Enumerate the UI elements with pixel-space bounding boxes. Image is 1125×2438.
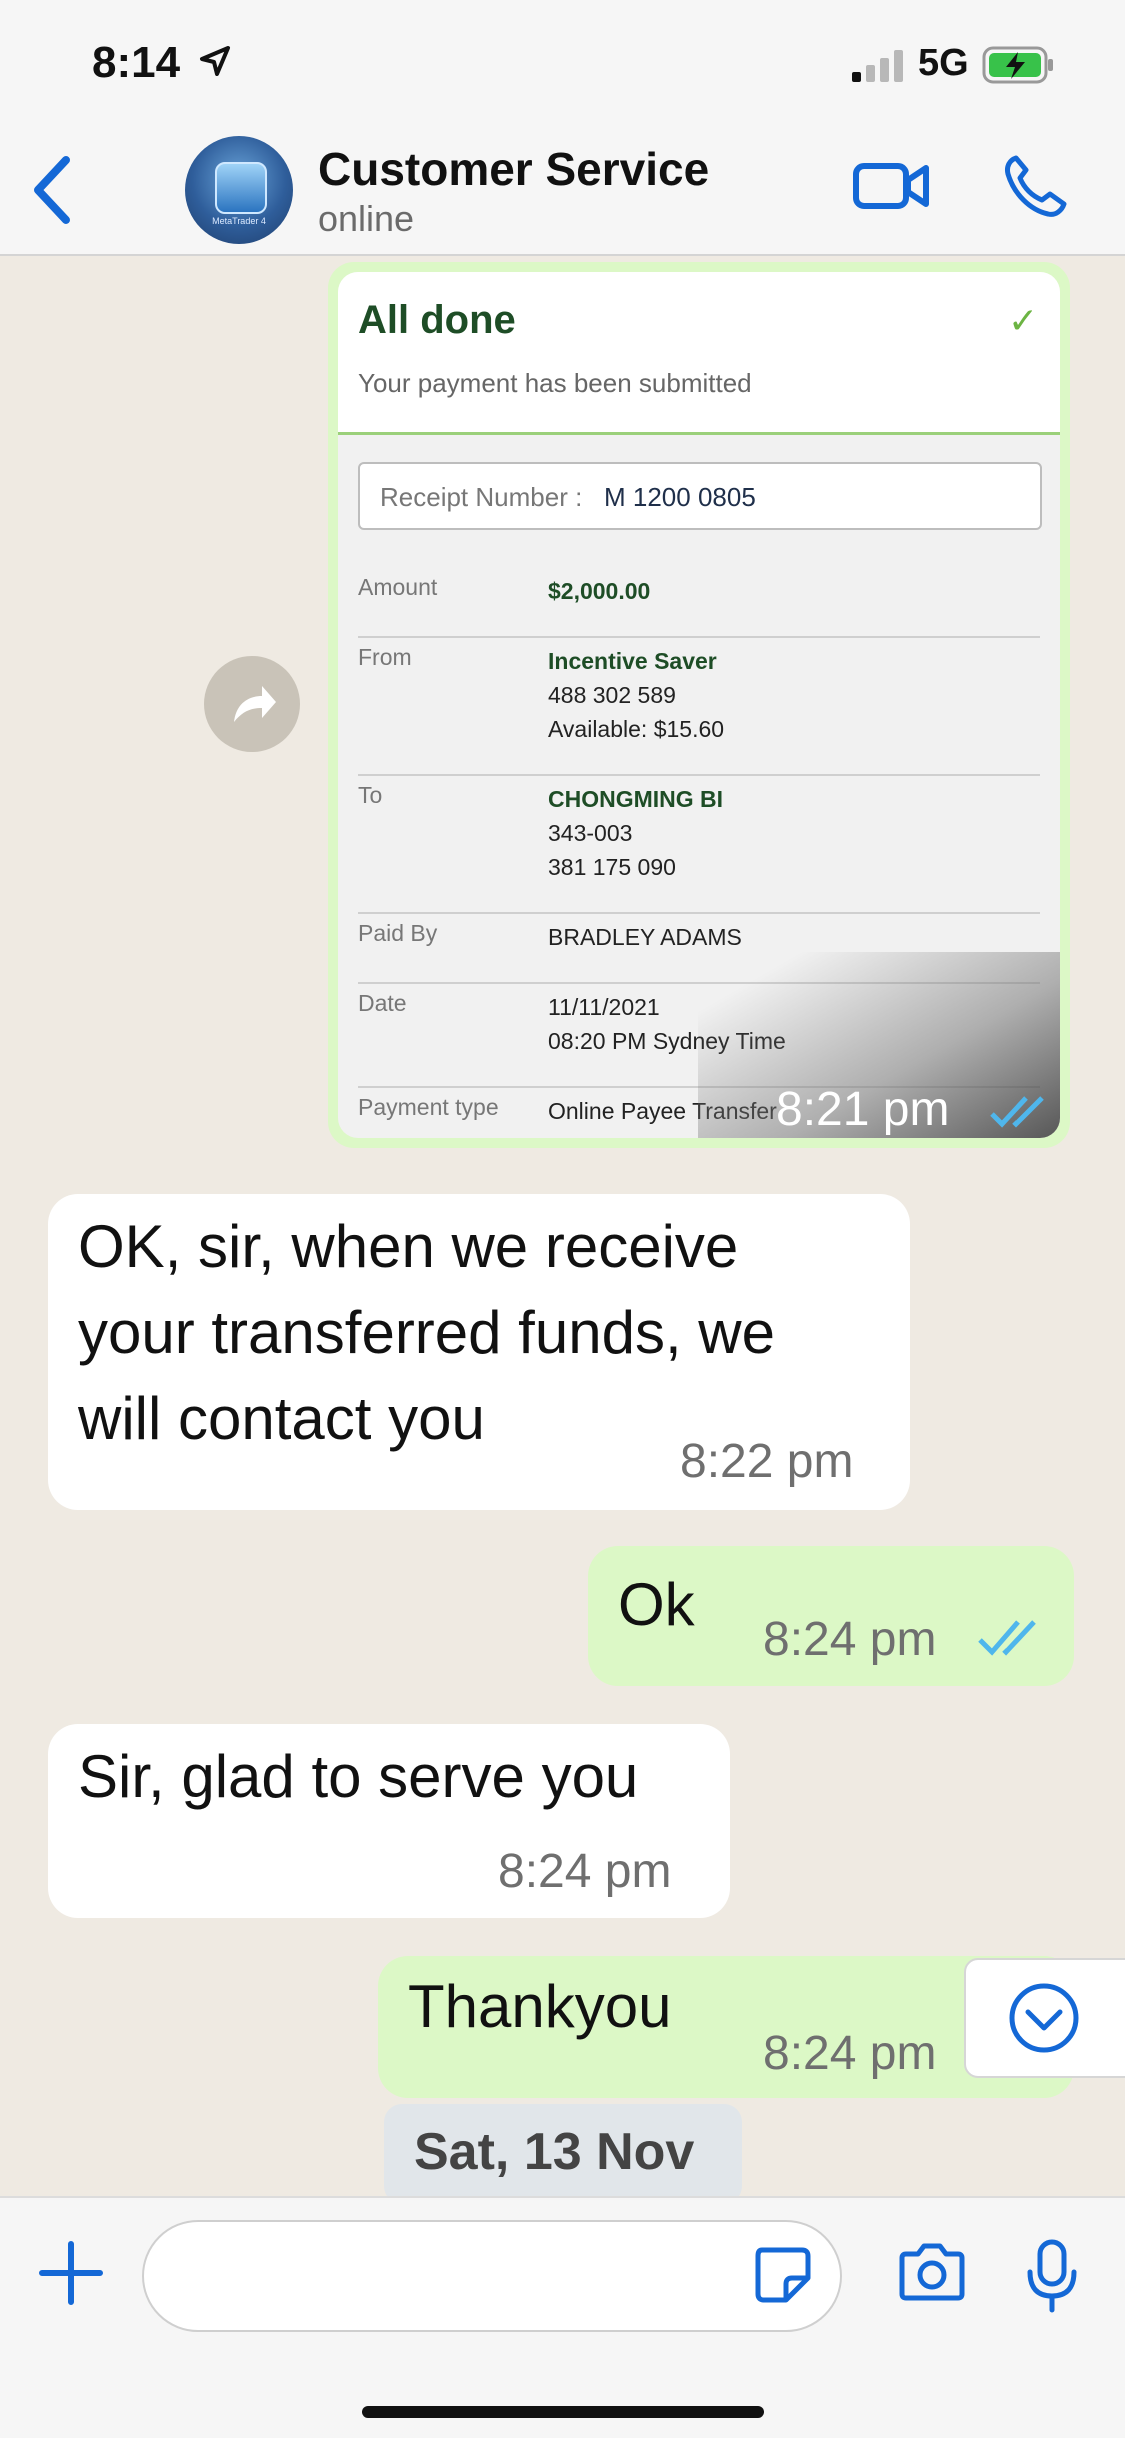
message-time: 8:24 pm bbox=[763, 2027, 937, 2080]
video-call-icon[interactable] bbox=[852, 156, 932, 216]
message-bubble-outgoing[interactable]: Ok 8:24 pm bbox=[588, 1546, 1074, 1686]
date-separator: Sat, 13 Nov bbox=[384, 2104, 742, 2196]
signal-icon bbox=[852, 50, 903, 82]
receipt-row-to: To CHONGMING BI 343-003 381 175 090 bbox=[358, 782, 1040, 914]
message-bubble-incoming[interactable]: OK, sir, when we receive your transferre… bbox=[48, 1194, 910, 1510]
message-text: Thankyou bbox=[408, 1973, 672, 2040]
receipt-number-box: Receipt Number : M 1200 0805 bbox=[358, 462, 1042, 530]
message-time: 8:24 pm bbox=[498, 1845, 672, 1898]
message-time: 8:22 pm bbox=[680, 1435, 854, 1488]
receipt-number-label: Receipt Number : bbox=[380, 482, 583, 512]
scroll-to-bottom-button[interactable] bbox=[964, 1958, 1125, 2078]
receipt-subheading: Your payment has been submitted bbox=[358, 368, 752, 398]
contact-status: online bbox=[318, 198, 415, 239]
location-arrow-icon bbox=[200, 46, 230, 76]
home-indicator bbox=[362, 2406, 764, 2418]
chat-area[interactable]: All done ✓ Your payment has been submitt… bbox=[0, 256, 1125, 2196]
status-time: 8:14 bbox=[92, 38, 181, 87]
row-label: Payment type bbox=[358, 1094, 499, 1120]
read-ticks-icon bbox=[990, 1096, 1044, 1128]
metatrader-logo-icon bbox=[215, 162, 267, 214]
plus-icon[interactable] bbox=[36, 2238, 106, 2308]
read-ticks-icon bbox=[978, 1620, 1036, 1656]
voice-call-icon[interactable] bbox=[1002, 152, 1070, 220]
row-value: CHONGMING BI 343-003 381 175 090 bbox=[548, 786, 724, 880]
status-bar: 8:14 5G bbox=[0, 0, 1125, 128]
avatar-label: MetaTrader 4 bbox=[212, 216, 266, 226]
chevron-down-circle-icon bbox=[1009, 1983, 1079, 2053]
chat-header: MetaTrader 4 Customer Service online bbox=[0, 128, 1125, 256]
payment-receipt-image[interactable]: All done ✓ Your payment has been submitt… bbox=[338, 272, 1060, 1138]
battery-charging-icon bbox=[982, 46, 1053, 84]
message-text: Sir, glad to serve you bbox=[78, 1743, 639, 1810]
row-label: Paid By bbox=[358, 920, 438, 946]
message-text: Ok bbox=[618, 1571, 695, 1638]
forward-button[interactable] bbox=[204, 656, 300, 752]
receipt-row-amount: Amount $2,000.00 bbox=[358, 574, 1040, 638]
row-label: Date bbox=[358, 990, 407, 1016]
message-bubble-incoming[interactable]: Sir, glad to serve you 8:24 pm bbox=[48, 1724, 730, 1918]
forward-arrow-icon bbox=[234, 686, 276, 722]
contact-name[interactable]: Customer Service bbox=[318, 142, 709, 196]
row-value: Incentive Saver 488 302 589 Available: $… bbox=[548, 648, 725, 742]
network-type: 5G bbox=[918, 42, 969, 84]
row-value: BRADLEY ADAMS bbox=[548, 924, 742, 950]
row-label: To bbox=[358, 782, 383, 808]
check-icon: ✓ bbox=[1008, 300, 1039, 341]
date-separator-label: Sat, 13 Nov bbox=[414, 2123, 695, 2181]
row-value: $2,000.00 bbox=[548, 578, 651, 604]
message-time: 8:21 pm bbox=[776, 1083, 950, 1136]
message-input[interactable] bbox=[142, 2220, 842, 2332]
message-time: 8:24 pm bbox=[763, 1613, 937, 1666]
receipt-heading: All done bbox=[358, 298, 516, 342]
receipt-row-from: From Incentive Saver 488 302 589 Availab… bbox=[358, 644, 1040, 776]
contact-avatar[interactable]: MetaTrader 4 bbox=[185, 136, 293, 244]
row-label: From bbox=[358, 644, 412, 670]
row-label: Amount bbox=[358, 574, 438, 600]
message-input-bar bbox=[0, 2196, 1125, 2438]
receipt-header: All done ✓ Your payment has been submitt… bbox=[338, 272, 1060, 435]
microphone-icon[interactable] bbox=[1024, 2238, 1080, 2314]
camera-icon[interactable] bbox=[896, 2242, 968, 2302]
sticker-icon[interactable] bbox=[752, 2244, 812, 2304]
image-message[interactable]: All done ✓ Your payment has been submitt… bbox=[328, 262, 1070, 1148]
back-chevron-icon[interactable] bbox=[24, 150, 84, 230]
message-text: OK, sir, when we receive your transferre… bbox=[78, 1213, 776, 1452]
receipt-number-value: M 1200 0805 bbox=[604, 482, 756, 512]
